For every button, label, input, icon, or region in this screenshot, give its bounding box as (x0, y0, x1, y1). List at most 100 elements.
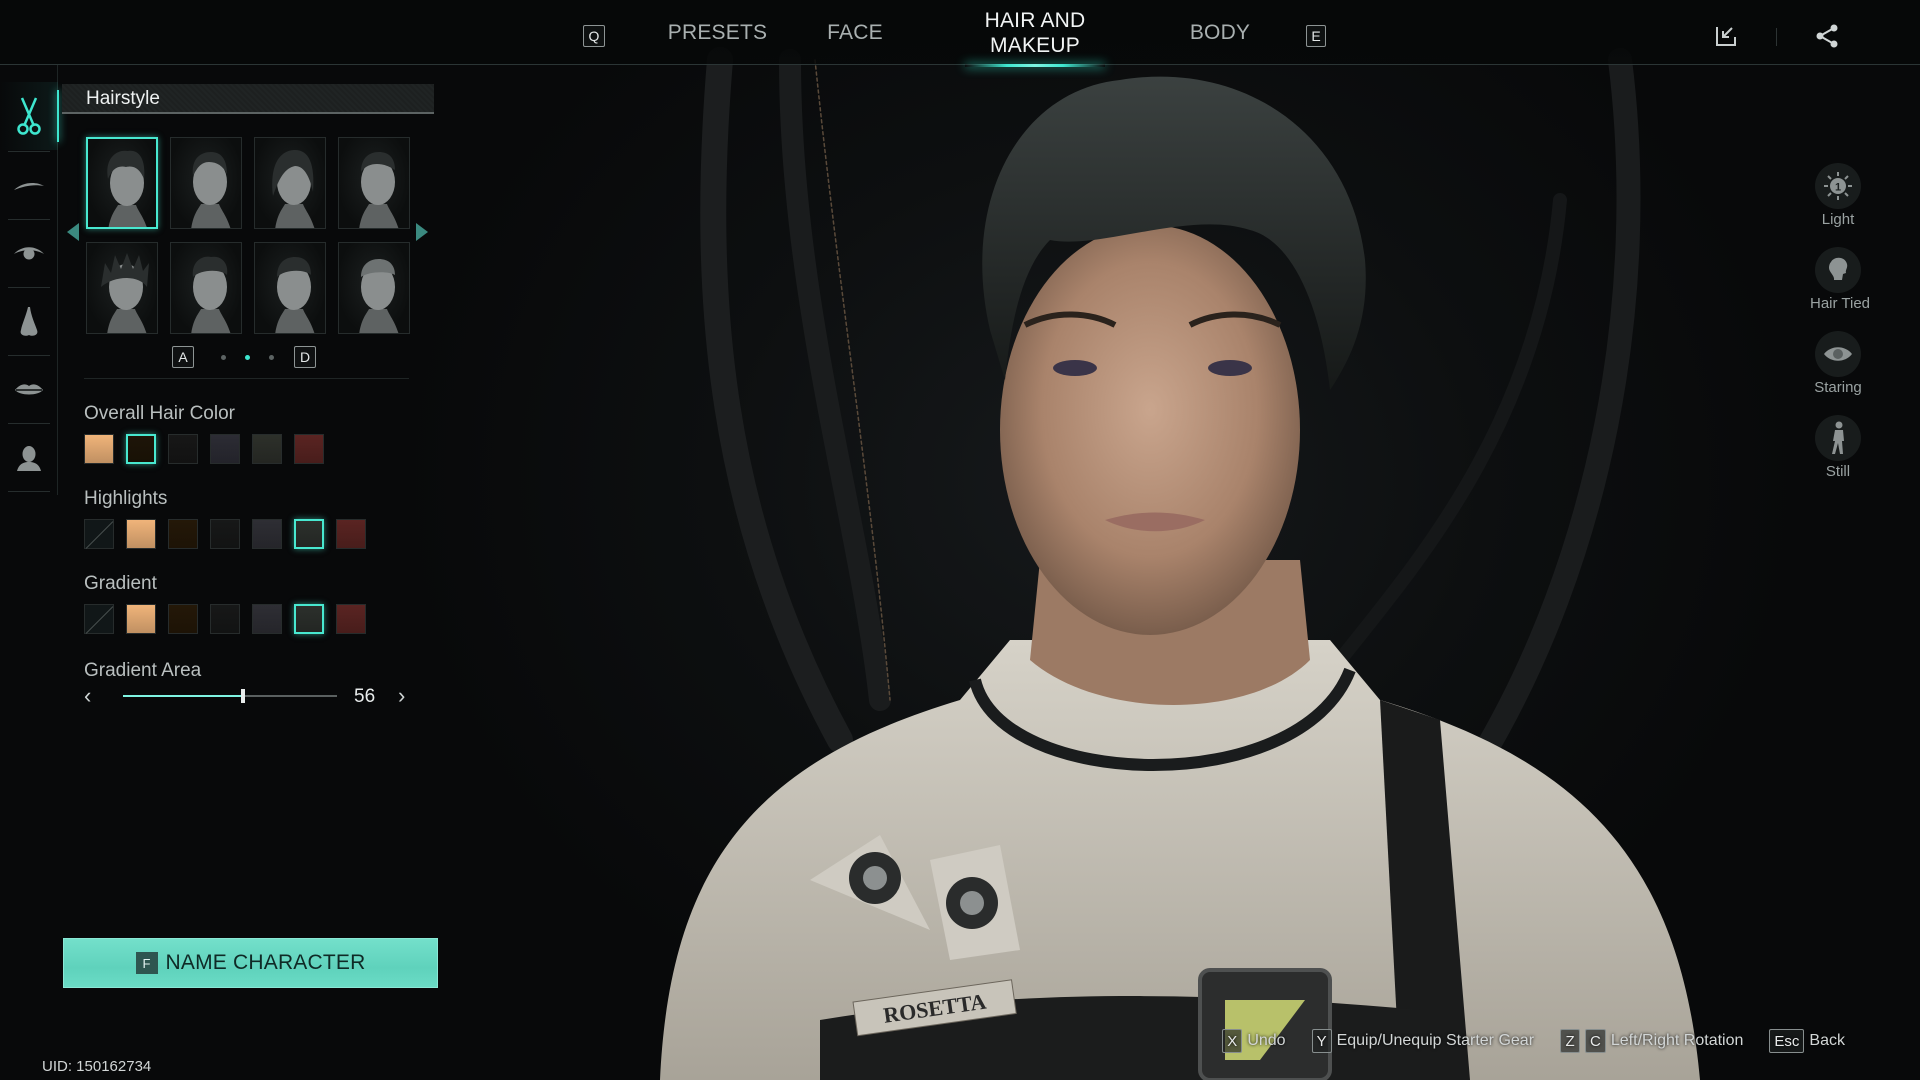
hint-back[interactable]: Esc Back (1769, 1029, 1845, 1053)
hint-label: Equip/Unequip Starter Gear (1336, 1032, 1535, 1049)
svg-text:1: 1 (1835, 182, 1841, 194)
page-dot[interactable] (269, 355, 274, 360)
hairstyle-option-textured-crop[interactable] (254, 242, 326, 334)
hairstyle-option-slicked-back[interactable] (170, 137, 242, 229)
scissors-icon (17, 97, 41, 135)
share-icon (1816, 24, 1838, 48)
hair-tied-label: Hair Tied (1810, 295, 1871, 312)
highlights-label: Highlights (84, 488, 168, 509)
panel-title: Hairstyle (86, 88, 160, 109)
hairstyle-preview (101, 253, 149, 333)
color-swatch-selected[interactable] (126, 434, 156, 464)
hairstyle-option-twists[interactable] (86, 242, 158, 334)
name-character-key: F (135, 952, 158, 974)
hairstyle-option-tousled-medium[interactable] (86, 137, 158, 229)
hint-label: Left/Right Rotation (1610, 1032, 1744, 1049)
tab-hair-and-makeup[interactable]: HAIR AND MAKEUP (965, 0, 1105, 67)
color-swatch[interactable] (336, 604, 366, 634)
rail-item-eyes[interactable] (0, 220, 58, 288)
light-label: Light (1821, 211, 1855, 228)
hairstyle-preview (275, 257, 315, 333)
gradient-label: Gradient (84, 573, 157, 594)
toggle-hair-tied-button[interactable]: Hair Tied (1810, 247, 1871, 312)
hairstyle-option-buzz-cut[interactable] (338, 242, 410, 334)
hairstyle-next-arrow[interactable] (416, 223, 428, 241)
color-swatch[interactable] (210, 434, 240, 464)
hairstyle-preview (191, 256, 231, 333)
name-character-button[interactable]: F NAME CHARACTER (63, 938, 438, 988)
hairstyle-preview (272, 150, 315, 228)
character-face (1000, 225, 1300, 635)
prev-tab-key[interactable]: Q (583, 25, 605, 47)
swatch-none[interactable] (84, 519, 114, 549)
toggle-light-button[interactable]: 1 Light (1810, 163, 1866, 228)
rail-item-lips[interactable] (0, 356, 58, 424)
divider (84, 378, 409, 379)
key-esc: Esc (1769, 1029, 1805, 1053)
tab-presets[interactable]: PRESETS (660, 0, 775, 65)
gradient-area-value: 56 (354, 686, 376, 707)
toggle-pose-button[interactable]: Still (1810, 415, 1866, 480)
gradient-area-decrease[interactable]: ‹ (84, 683, 91, 709)
divider (1776, 28, 1777, 46)
gradient-area-increase[interactable]: › (398, 683, 405, 709)
color-swatch[interactable] (252, 604, 282, 634)
pose-icon (1832, 421, 1844, 454)
next-tab-key[interactable]: E (1306, 25, 1326, 47)
top-navigation-bar: Q PRESETS FACE HAIR AND MAKEUP BODY E (0, 0, 1920, 67)
import-icon (1716, 27, 1736, 46)
swatch-none[interactable] (84, 604, 114, 634)
key-y: Y (1311, 1029, 1332, 1053)
color-swatch[interactable] (336, 519, 366, 549)
rail-item-hair[interactable] (0, 82, 59, 150)
hairstyle-option-undercut-short[interactable] (338, 137, 410, 229)
gradient-area-label: Gradient Area (84, 660, 202, 681)
color-swatch[interactable] (252, 519, 282, 549)
page-dot[interactable] (221, 355, 226, 360)
rail-item-eyebrows[interactable] (0, 152, 58, 220)
next-page-key[interactable]: D (294, 346, 316, 368)
control-hints: X Undo Y Equip/Unequip Starter Gear Z C … (1222, 1029, 1845, 1053)
color-swatch[interactable] (210, 604, 240, 634)
divider (8, 491, 50, 492)
color-swatch[interactable] (168, 434, 198, 464)
color-swatch[interactable] (294, 434, 324, 464)
light-icon: 1 (1824, 172, 1852, 200)
prev-page-key[interactable]: A (172, 346, 194, 368)
import-button[interactable] (1712, 22, 1740, 50)
tab-body[interactable]: BODY (1180, 0, 1260, 65)
hairstyle-option-curly-fade[interactable] (170, 242, 242, 334)
rail-item-nose[interactable] (0, 288, 58, 356)
color-swatch[interactable] (168, 604, 198, 634)
key-z: Z (1560, 1029, 1581, 1053)
color-swatch[interactable] (252, 434, 282, 464)
hint-equip-starter-gear[interactable]: Y Equip/Unequip Starter Gear (1311, 1029, 1535, 1053)
gradient-area-slider[interactable] (123, 689, 337, 703)
hairstyle-option-long-swept[interactable] (254, 137, 326, 229)
page-dot-active[interactable] (245, 355, 250, 360)
eye-icon (1824, 347, 1852, 361)
hair-tied-icon (1829, 257, 1848, 280)
slider-handle[interactable] (240, 689, 245, 703)
color-swatch-selected[interactable] (294, 604, 324, 634)
overall-hair-color-label: Overall Hair Color (84, 403, 235, 424)
tab-label: HAIR AND MAKEUP (984, 8, 1086, 57)
toggle-staring-button[interactable]: Staring (1810, 331, 1866, 396)
hint-rotation[interactable]: Z C Left/Right Rotation (1560, 1029, 1743, 1053)
tab-label: BODY (1189, 20, 1251, 44)
color-swatch[interactable] (84, 434, 114, 464)
rail-item-profile[interactable] (0, 424, 58, 492)
hint-label: Undo (1247, 1032, 1286, 1049)
color-swatch[interactable] (210, 519, 240, 549)
color-swatch[interactable] (126, 519, 156, 549)
share-button[interactable] (1813, 22, 1841, 50)
hairstyle-prev-arrow[interactable] (67, 223, 79, 241)
color-swatch[interactable] (126, 604, 156, 634)
hint-undo[interactable]: X Undo (1222, 1029, 1286, 1053)
color-swatch[interactable] (168, 519, 198, 549)
nose-icon (20, 307, 38, 336)
color-swatch-selected[interactable] (294, 519, 324, 549)
hairstyle-preview (359, 259, 399, 333)
tab-face[interactable]: FACE (815, 0, 895, 65)
lips-icon (15, 384, 43, 395)
